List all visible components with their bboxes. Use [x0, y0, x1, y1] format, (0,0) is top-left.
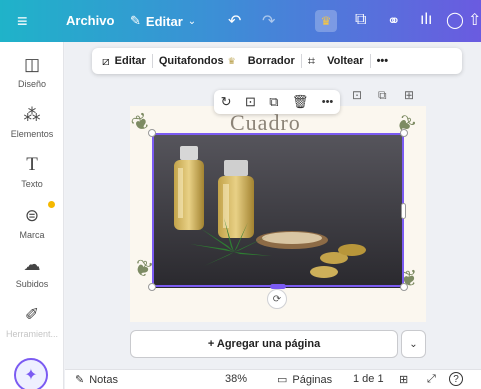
notes-icon: ✎ [75, 374, 85, 386]
sidebar-item-design[interactable]: ◫ Diseño [0, 54, 64, 89]
resize-handle-bl[interactable] [148, 283, 156, 291]
resize-handle-tr[interactable] [400, 129, 408, 137]
image-context-toolbar: ⧄ Editar Quitafondos ♛ Borrador ⌗ Voltea… [92, 48, 462, 74]
lock-icon[interactable]: ⊡ [352, 88, 362, 102]
selection-frame[interactable] [152, 133, 404, 287]
sidebar-item-label: Diseño [17, 79, 46, 89]
brand-icon: ⊜ [24, 206, 40, 225]
magic-sparkle-icon[interactable]: ✦ [14, 358, 48, 389]
copy-icon[interactable]: ⧉ [355, 11, 366, 29]
text-icon: T [26, 154, 38, 175]
more-options-button[interactable]: ••• [371, 55, 395, 67]
sidebar-item-brand[interactable]: ⊜ Marca [0, 205, 64, 240]
file-menu[interactable]: Archivo [66, 13, 114, 28]
edit-image-label: Editar [114, 55, 146, 67]
grid-view-icon[interactable]: ⊞ [399, 373, 408, 386]
rotate-handle-icon[interactable]: ⟳ [267, 289, 287, 309]
rotate-icon[interactable]: ↻ [221, 94, 232, 110]
chart-people-icon[interactable]: ⚭ [387, 11, 400, 31]
top-bar: ≡ Archivo ✎ Editar ⌄ ↶ ↷ ♛ ⧉ ⚭ ılı ◯ ⇧ [0, 0, 481, 42]
hamburger-icon[interactable]: ≡ [17, 11, 28, 32]
upload-cloud-icon: ☁ [23, 255, 41, 274]
zoom-level[interactable]: 38% [225, 373, 247, 385]
help-button[interactable]: ? [449, 372, 463, 386]
resize-handle-right[interactable] [401, 203, 406, 219]
bg-remover-button[interactable]: Quitafondos ♛ [153, 55, 242, 67]
sidebar-item-label: Subidos [15, 279, 49, 289]
undo-icon[interactable]: ↶ [228, 11, 241, 31]
trash-icon[interactable]: 🗑 [292, 94, 309, 110]
element-mini-toolbar: ↻ ⊡ ⧉ 🗑 ••• [214, 90, 340, 114]
sidebar-item-label: Elementos [10, 129, 54, 139]
editor-app: ≡ Archivo ✎ Editar ⌄ ↶ ↷ ♛ ⧉ ⚭ ılı ◯ ⇧ ◫… [0, 0, 481, 389]
lock-icon[interactable]: ⊡ [245, 94, 256, 110]
pages-icon: ▭ [277, 374, 288, 386]
fullscreen-icon[interactable]: ⤢ [427, 373, 436, 386]
comment-icon[interactable]: ◯ [446, 10, 464, 30]
bottom-bar: ✎ Notas 38% ▭ Páginas 1 de 1 ⊞ ⤢ ? [65, 369, 481, 389]
duplicate-page-icon[interactable]: ⧉ [378, 88, 387, 103]
image-edit-icon: ⧄ [102, 53, 110, 68]
bg-remover-label: Quitafondos [158, 55, 224, 67]
sidebar-item-text[interactable]: T Texto [0, 154, 64, 189]
share-upload-icon[interactable]: ⇧ [468, 10, 481, 30]
page-count: 1 de 1 [353, 373, 384, 385]
more-icon[interactable]: ••• [322, 96, 334, 108]
pages-button[interactable]: ▭ Páginas [277, 373, 333, 387]
chevron-down-icon[interactable]: ⌄ [401, 330, 426, 358]
notes-label: Notas [89, 373, 118, 386]
sidebar-item-elements[interactable]: ⁂ Elementos [0, 104, 64, 139]
layout-icon: ◫ [23, 55, 41, 74]
notes-button[interactable]: ✎ Notas [75, 373, 118, 387]
resize-handle-br[interactable] [400, 283, 408, 291]
sidebar-item-label: Texto [21, 179, 43, 189]
edit-menu-label: Editar [145, 13, 183, 29]
bar-chart-icon[interactable]: ılı [420, 11, 432, 29]
crown-icon: ♛ [227, 55, 236, 66]
redo-icon[interactable]: ↷ [262, 11, 275, 31]
sidebar-item-tools[interactable]: ✐ Herramient... [0, 304, 64, 339]
pages-label: Páginas [292, 373, 333, 386]
crop-button[interactable]: ⌗ [302, 53, 321, 69]
sidebar-item-uploads[interactable]: ☁ Subidos [0, 254, 64, 289]
duplicate-icon[interactable]: ⧉ [269, 94, 278, 110]
sidebar: ◫ Diseño ⁂ Elementos T Texto ⊜ Marca ☁ S… [0, 42, 64, 389]
flip-button[interactable]: Voltear [321, 55, 369, 67]
chevron-down-icon: ⌄ [187, 15, 197, 27]
resize-handle-tl[interactable] [148, 129, 156, 137]
eraser-button[interactable]: Borrador [242, 55, 301, 67]
add-page-icon[interactable]: ⊞ [404, 88, 414, 102]
sidebar-item-label: Marca [19, 230, 45, 240]
crown-icon[interactable]: ♛ [315, 10, 337, 32]
edit-menu[interactable]: ✎ Editar ⌄ [130, 13, 196, 29]
edit-image-button[interactable]: ⧄ Editar [92, 54, 152, 69]
pen-tool-icon: ✐ [24, 305, 40, 324]
add-page-button[interactable]: + Agregar una página [130, 330, 398, 358]
pencil-icon: ✎ [130, 13, 141, 28]
crop-icon: ⌗ [307, 53, 316, 68]
eraser-label: Borrador [247, 55, 295, 67]
shapes-icon: ⁂ [23, 105, 41, 124]
sidebar-item-label: Herramient... [5, 329, 58, 339]
flip-label: Voltear [327, 55, 364, 67]
